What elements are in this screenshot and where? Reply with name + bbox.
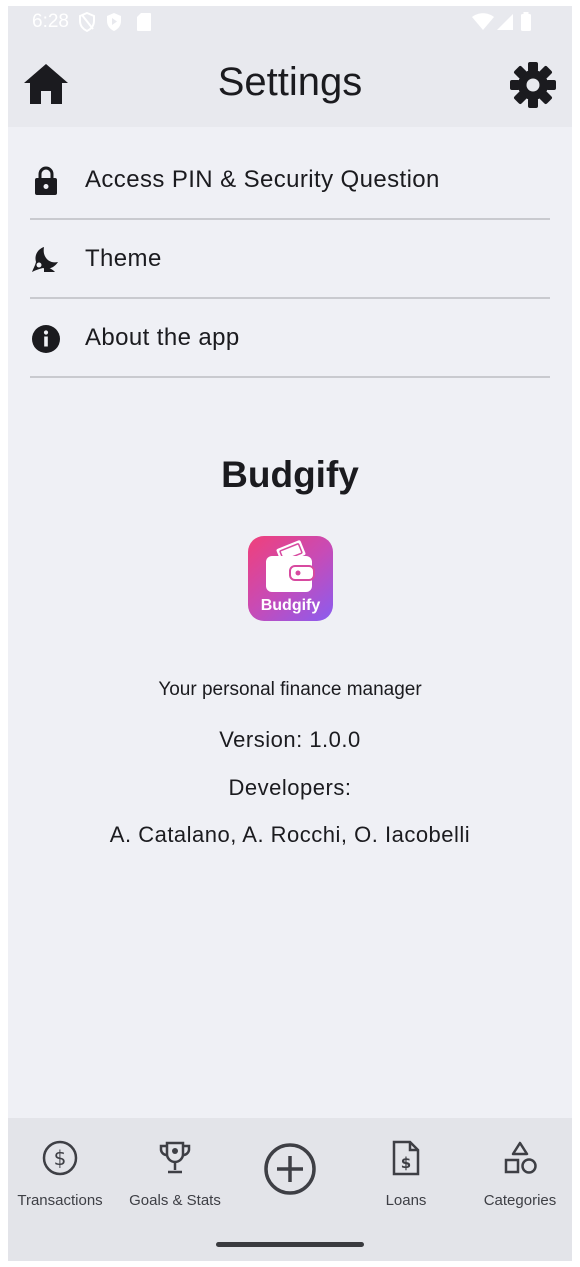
- app-tagline: Your personal finance manager: [158, 679, 422, 700]
- svg-text:$: $: [54, 1146, 67, 1170]
- nav-item-categories[interactable]: Categories: [468, 1118, 572, 1228]
- settings-item-access-pin[interactable]: Access PIN & Security Question: [30, 141, 550, 220]
- settings-item-label: About the app: [85, 324, 240, 351]
- nav-item-add[interactable]: [238, 1118, 342, 1228]
- battery-icon: [520, 12, 532, 37]
- trophy-icon: [158, 1140, 192, 1181]
- app-bar: Settings: [8, 40, 572, 127]
- nav-item-loans[interactable]: $ Loans: [354, 1118, 458, 1228]
- settings-gear-button[interactable]: [508, 60, 560, 108]
- status-time: 6:28: [32, 11, 69, 32]
- developers-names: A. Catalano, A. Rocchi, O. Iacobelli: [109, 822, 471, 847]
- loan-document-icon: $: [390, 1140, 422, 1181]
- bottom-nav: $ Transactions Goals & Stats $ Loans Cat…: [8, 1118, 572, 1261]
- settings-screen: 6:28 Settings Access PIN & Security Ques…: [8, 6, 572, 1261]
- developers-label: Developers:: [228, 775, 352, 800]
- app-version: Version: 1.0.0: [219, 727, 361, 752]
- status-bar: 6:28: [8, 6, 572, 40]
- page-title: Settings: [217, 60, 363, 104]
- settings-item-label: Theme: [85, 245, 162, 272]
- info-icon: [30, 323, 62, 355]
- lock-icon: [30, 165, 62, 197]
- signal-icon: [496, 13, 514, 36]
- app-name: Budgify: [221, 454, 359, 495]
- nav-label: Loans: [385, 1192, 427, 1209]
- nav-item-goals-stats[interactable]: Goals & Stats: [122, 1118, 228, 1228]
- app-logo-text: Budgify: [260, 597, 321, 614]
- nav-label: Goals & Stats: [129, 1192, 221, 1209]
- add-circle-icon: [263, 1142, 317, 1201]
- app-logo: Budgify: [248, 536, 333, 621]
- settings-item-theme[interactable]: Theme: [30, 220, 550, 299]
- settings-item-about[interactable]: About the app: [30, 299, 550, 378]
- gear-icon: [508, 62, 558, 114]
- shield-outline-icon: [78, 11, 96, 37]
- nav-label: Transactions: [17, 1192, 103, 1209]
- nav-item-transactions[interactable]: $ Transactions: [8, 1118, 112, 1228]
- gesture-bar[interactable]: [216, 1242, 364, 1247]
- dollar-circle-icon: $: [42, 1140, 78, 1181]
- svg-text:$: $: [401, 1154, 411, 1172]
- wifi-icon: [472, 13, 494, 36]
- settings-item-label: Access PIN & Security Question: [85, 166, 440, 193]
- sd-card-icon: [136, 12, 152, 37]
- nav-label: Categories: [483, 1192, 557, 1209]
- shapes-icon: [502, 1140, 538, 1181]
- theme-moon-icon: [30, 244, 62, 276]
- shield-play-icon: [105, 12, 123, 37]
